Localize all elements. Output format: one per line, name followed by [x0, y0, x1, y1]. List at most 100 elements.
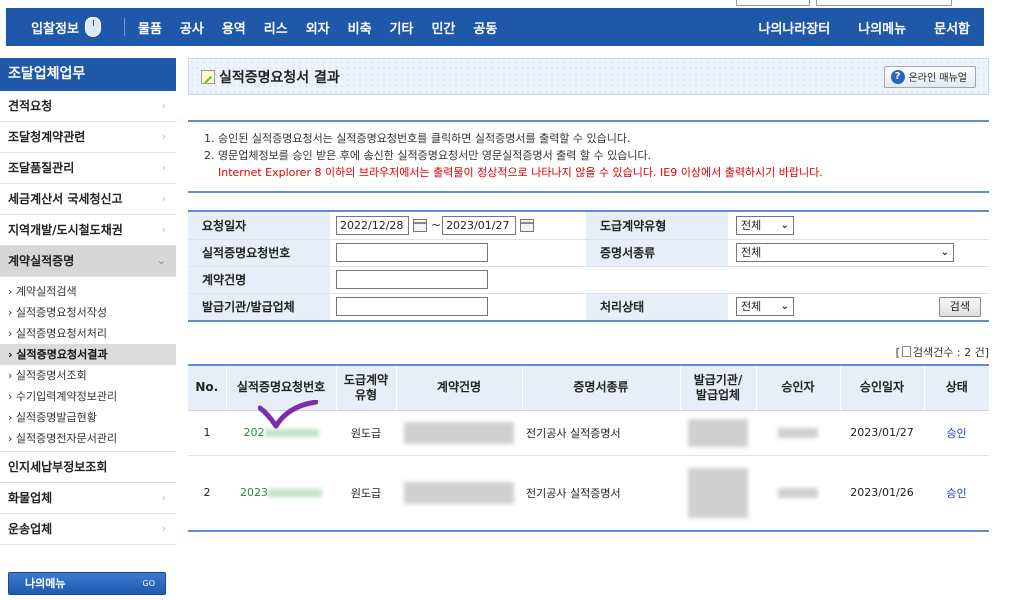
- my-menu-label: 나의메뉴: [25, 577, 66, 590]
- sidebar-title: 조달업체업무: [0, 58, 176, 91]
- cert-type-cell: 전체 ⌄: [728, 239, 989, 267]
- page-title: 실적증명요청서 결과: [219, 69, 340, 86]
- chevron-right-icon: ›: [161, 192, 166, 205]
- request-no-text: 2023: [240, 486, 268, 500]
- row-status-link[interactable]: 승인: [924, 455, 989, 530]
- nav-item-foreign[interactable]: 외자: [297, 18, 339, 37]
- nav-inbox[interactable]: 문서함: [920, 18, 984, 37]
- sidebar-subitem[interactable]: › 수기입력계약정보관리: [0, 386, 176, 407]
- top-input-1[interactable]: [736, 0, 810, 6]
- nav-item-service[interactable]: 용역: [213, 18, 255, 37]
- cert-type-select[interactable]: 전체 ⌄: [736, 243, 954, 262]
- sidebar-item-label: 세금계산서 국세청신고: [8, 192, 123, 206]
- sidebar: 조달업체업무 견적요청 › 조달청계약관련 › 조달품질관리 › 세금계산서 국세청신…: [0, 58, 176, 600]
- notice-line-1: 1. 승인된 실적증명요청서는 실적증명요청번호를 클릭하면 실적증명서를 출력…: [204, 132, 631, 145]
- nav-bid-info[interactable]: 입찰정보: [6, 17, 120, 37]
- sidebar-item-stamp-tax[interactable]: 인지세납부정보조회: [0, 452, 176, 483]
- row-approver: [756, 410, 840, 456]
- nav-my-menu[interactable]: 나의메뉴: [844, 18, 920, 37]
- my-menu-button[interactable]: 나의메뉴 GO: [8, 572, 166, 595]
- online-manual-label: 온라인 매뉴얼: [908, 73, 967, 84]
- sidebar-item-label: 조달청계약관련: [8, 130, 86, 144]
- chevron-down-icon: ⌄: [780, 300, 789, 312]
- chevron-right-icon: ›: [161, 161, 166, 174]
- sidebar-item-transport[interactable]: 운송업체 ›: [0, 514, 176, 545]
- notice-box: 1. 승인된 실적증명요청서는 실적증명요청번호를 클릭하면 실적증명서를 출력…: [188, 120, 989, 193]
- chevron-down-icon: ⌄: [940, 247, 949, 258]
- sidebar-subitem[interactable]: › 실적증명발급현황: [0, 407, 176, 428]
- search-form: 요청일자 2022/12/28 ~2023/01/27 도급계약유형 전체 ⌄ 실적…: [188, 210, 989, 322]
- request-no-cell: [330, 239, 586, 267]
- nav-item-stockpile[interactable]: 비축: [339, 18, 381, 37]
- request-no-label: 실적증명요청번호: [188, 239, 330, 267]
- row-contract-name: [396, 410, 522, 456]
- nav-item-other[interactable]: 기타: [381, 18, 423, 37]
- contract-type-select[interactable]: 전체 ⌄: [736, 215, 794, 235]
- table-row: 2 2023 원도급 전기공사 실적증명서 2023/01/26 승인: [188, 455, 989, 530]
- sidebar-subitem-current[interactable]: › 실적증명요청서결과: [0, 344, 176, 365]
- row-issuer: [680, 455, 756, 530]
- sidebar-subitem[interactable]: › 계약실적검색: [0, 281, 176, 302]
- sidebar-item-freight[interactable]: 화물업체 ›: [0, 483, 176, 514]
- status-select[interactable]: 전체 ⌄: [736, 296, 794, 316]
- sidebar-submenu: › 계약실적검색 › 실적증명요청서작성 › 실적증명요청서처리 › 실적증명요…: [0, 277, 176, 452]
- sidebar-item-label: 인지세납부정보조회: [8, 460, 108, 474]
- col-approval-date: 승인일자: [839, 366, 924, 411]
- date-from-input[interactable]: 2022/12/28: [336, 215, 409, 235]
- chevron-right-icon: ›: [161, 522, 166, 535]
- request-no-link[interactable]: 2023: [226, 455, 336, 530]
- row-status-link[interactable]: 승인: [924, 410, 989, 456]
- sidebar-item-tax-invoice[interactable]: 세금계산서 국세청신고 ›: [0, 184, 176, 215]
- notice-line-2: 2. 영문업체정보를 승인 받은 후에 송신한 실적증명요청서만 영문실적증명서…: [204, 149, 652, 162]
- request-no-input[interactable]: [336, 243, 488, 262]
- date-to-input[interactable]: 2023/01/27: [442, 215, 517, 235]
- online-manual-button[interactable]: ? 온라인 매뉴얼: [883, 65, 976, 88]
- contract-name-input[interactable]: [336, 270, 488, 289]
- sidebar-item-quote-request[interactable]: 견적요청 ›: [0, 91, 176, 122]
- sidebar-item-label: 계약실적증명: [8, 254, 75, 268]
- chevron-right-icon: ›: [161, 223, 166, 236]
- nav-item-construction[interactable]: 공사: [171, 18, 213, 37]
- sidebar-subitem[interactable]: › 실적증명전자문서관리: [0, 428, 176, 449]
- sidebar-subitem[interactable]: › 실적증명요청서작성: [0, 302, 176, 323]
- sidebar-subitem[interactable]: › 실적증명서조회: [0, 365, 176, 386]
- main-content: 실적증명요청서 결과 ? 온라인 매뉴얼 1. 승인된 실적증명요청서는 실적증…: [188, 58, 989, 532]
- sidebar-subitem-label: 실적증명서조회: [15, 369, 87, 382]
- sidebar-subitem-label: 실적증명요청서결과: [16, 348, 108, 361]
- sidebar-item-bonds[interactable]: 지역개발/도시철도채권 ›: [0, 215, 176, 246]
- sidebar-subitem[interactable]: › 실적증명요청서처리: [0, 323, 176, 344]
- redacted-block: [268, 489, 322, 498]
- top-input-2[interactable]: [816, 0, 952, 6]
- redacted-block: [404, 481, 514, 504]
- calendar-icon[interactable]: [520, 218, 535, 232]
- row-issuer: [680, 410, 756, 456]
- nav-item-joint[interactable]: 공동: [464, 18, 506, 37]
- sidebar-item-label: 견적요청: [8, 99, 53, 113]
- sidebar-item-contract[interactable]: 조달청계약관련 ›: [0, 122, 176, 153]
- issuer-cell: [330, 293, 586, 320]
- sidebar-subitem-label: 실적증명발급현황: [15, 411, 97, 424]
- calendar-icon[interactable]: [413, 218, 427, 232]
- row-contract-type: 원도급: [350, 486, 382, 500]
- sidebar-item-contract-performance[interactable]: 계약실적증명 ⌄: [0, 246, 176, 277]
- row-cert-type: 전기공사 실적증명서: [526, 486, 621, 500]
- nav-item-goods[interactable]: 물품: [129, 18, 171, 37]
- sidebar-subitem-label: 실적증명요청서작성: [15, 306, 107, 319]
- issuer-input[interactable]: [336, 297, 488, 317]
- col-cert-type: 증명서종류: [521, 366, 680, 411]
- col-approver: 승인자: [755, 366, 840, 411]
- row-approval-date: 2023/01/26: [850, 486, 914, 500]
- nav-my-koneps[interactable]: 나의나라장터: [745, 18, 845, 37]
- cert-type-label: 증명서종류: [586, 239, 728, 267]
- sidebar-subitem-label: 수기입력계약정보관리: [15, 390, 118, 403]
- row-contract-type: 원도급: [336, 410, 396, 456]
- chevron-right-icon: ›: [161, 491, 166, 504]
- issuer-label: 발급기관/발급업체: [188, 293, 330, 320]
- sidebar-subitem-label: 계약실적검색: [15, 285, 77, 298]
- sidebar-item-quality[interactable]: 조달품질관리 ›: [0, 153, 176, 184]
- nav-separator: [124, 18, 125, 36]
- search-button[interactable]: 검색: [938, 296, 981, 317]
- status-cell: 전체 ⌄ 검색: [728, 293, 989, 320]
- nav-item-private[interactable]: 민간: [422, 18, 464, 37]
- nav-item-lease[interactable]: 리스: [255, 18, 297, 37]
